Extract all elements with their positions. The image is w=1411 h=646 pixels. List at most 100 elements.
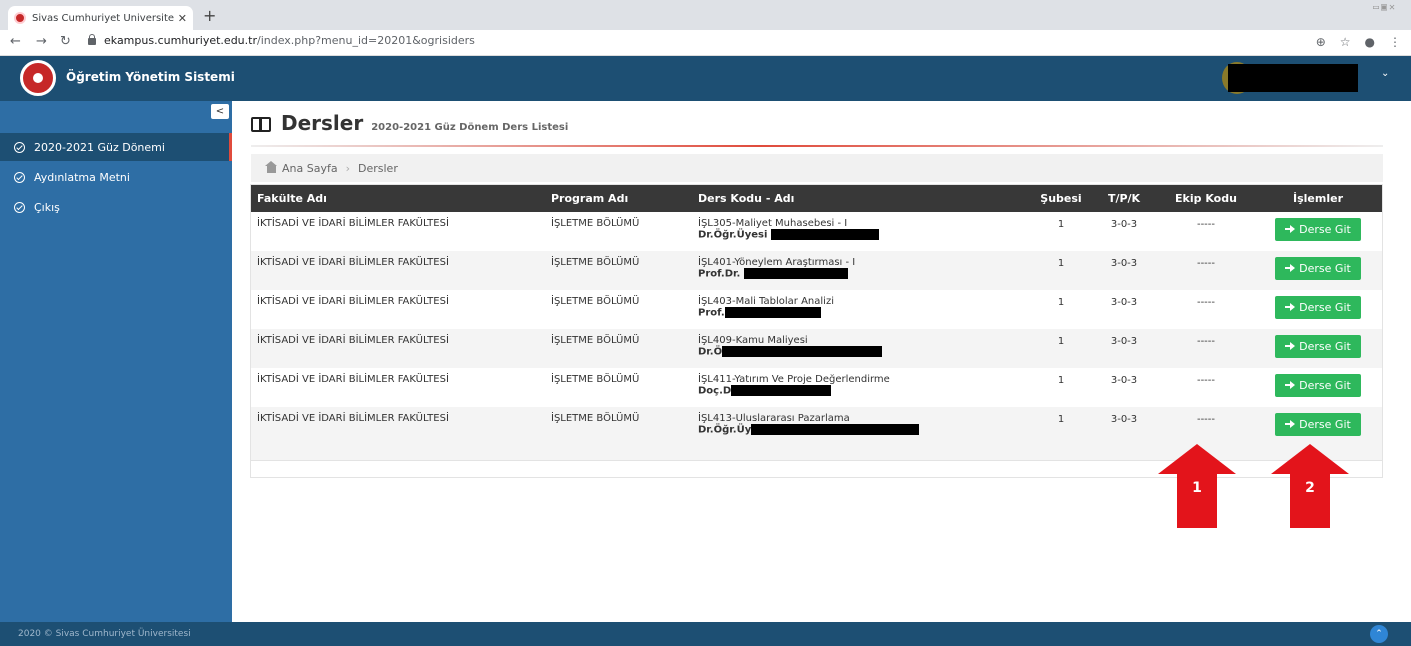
sidebar-item-privacy-notice[interactable]: Aydınlatma Metni: [0, 163, 232, 191]
arrow-right-icon: [1285, 342, 1296, 350]
cell-course: İŞL403-Mali Tablolar Analizi Prof.: [692, 290, 1032, 329]
button-label: Derse Git: [1299, 418, 1351, 431]
check-circle-icon: [14, 141, 25, 153]
courses-table-container: Fakülte Adı Program Adı Ders Kodu - Adı …: [250, 184, 1383, 478]
table-row: İKTİSADİ VE İDARİ BİLİMLER FAKÜLTESİ İŞL…: [251, 212, 1382, 251]
favicon-icon: [14, 12, 26, 24]
menu-icon[interactable]: ⋮: [1389, 35, 1401, 49]
cell-tpk: 3-0-3: [1110, 219, 1138, 230]
cell-section: 1: [1057, 297, 1065, 308]
course-name: İŞL411-Yatırım Ve Proje Değerlendirme: [698, 374, 890, 385]
page-title: Dersler: [281, 111, 364, 135]
page-heading: Dersler 2020-2021 Güz Dönem Ders Listesi: [251, 111, 568, 135]
cell-faculty: İKTİSADİ VE İDARİ BİLİMLER FAKÜLTESİ: [257, 218, 449, 229]
lock-icon: [88, 34, 96, 45]
course-name: İŞL401-Yöneylem Araştırması - I: [698, 257, 856, 268]
check-circle-icon: [14, 171, 25, 183]
button-label: Derse Git: [1299, 301, 1351, 314]
breadcrumb: Ana Sayfa › Dersler: [251, 154, 1383, 182]
cell-faculty: İKTİSADİ VE İDARİ BİLİMLER FAKÜLTESİ: [257, 374, 449, 385]
course-name: İŞL413-Uluslararası Pazarlama: [698, 413, 850, 424]
sidebar-item-label: Çıkış: [34, 200, 60, 214]
breadcrumb-current: Dersler: [358, 161, 398, 175]
main-content: Dersler 2020-2021 Güz Dönem Ders Listesi…: [233, 101, 1411, 622]
table-row: İKTİSADİ VE İDARİ BİLİMLER FAKÜLTESİ İŞL…: [251, 407, 1382, 446]
zoom-icon[interactable]: ⊕: [1316, 35, 1326, 49]
user-name-redacted[interactable]: [1228, 64, 1358, 92]
go-to-course-button[interactable]: Derse Git: [1275, 296, 1361, 319]
redacted-name: [743, 268, 848, 279]
button-label: Derse Git: [1299, 262, 1351, 275]
new-tab-icon[interactable]: +: [203, 6, 216, 25]
cell-faculty: İKTİSADİ VE İDARİ BİLİMLER FAKÜLTESİ: [257, 413, 449, 424]
cell-team-code: -----: [1196, 297, 1216, 308]
go-to-course-button[interactable]: Derse Git: [1275, 335, 1361, 358]
sidebar: < 2020-2021 Güz Dönemi Aydınlatma Metni …: [0, 101, 232, 622]
table-header-row: Fakülte Adı Program Adı Ders Kodu - Adı …: [251, 185, 1382, 212]
cell-course: İŞL305-Maliyet Muhasebesi - I Dr.Öğr.Üyes…: [692, 212, 1032, 251]
cell-program: İŞLETME BÖLÜMÜ: [551, 257, 640, 268]
cell-tpk: 3-0-3: [1110, 375, 1138, 386]
cell-actions: Derse Git: [1254, 251, 1382, 290]
check-circle-icon: [14, 201, 25, 213]
cell-team-code: -----: [1196, 336, 1216, 347]
course-teacher: Prof.: [698, 307, 725, 319]
cell-section: 1: [1057, 219, 1065, 230]
scroll-top-icon[interactable]: ⌃: [1370, 625, 1388, 643]
course-teacher: Dr.Öğr.Üy: [698, 424, 752, 436]
cell-course: İŞL411-Yatırım Ve Proje Değerlendirme Doç…: [692, 368, 1032, 407]
callout-number: 1: [1177, 474, 1217, 528]
browser-tab[interactable]: Sivas Cumhuriyet Üniversitesi | Onli ✕: [8, 6, 193, 30]
course-name: İŞL403-Mali Tablolar Analizi: [698, 296, 834, 307]
col-header-actions: İşlemler: [1293, 192, 1343, 205]
sidebar-collapse-button[interactable]: <: [211, 104, 229, 119]
breadcrumb-home[interactable]: Ana Sayfa: [282, 162, 338, 175]
cell-course: İŞL413-Uluslararası Pazarlama Dr.Öğr.Üy: [692, 407, 1032, 446]
redacted-name: [751, 424, 920, 435]
cell-program: İŞLETME BÖLÜMÜ: [551, 374, 640, 385]
sidebar-item-term[interactable]: 2020-2021 Güz Dönemi: [0, 133, 232, 161]
col-header-course: Ders Kodu - Adı: [698, 192, 795, 205]
redacted-name: [724, 307, 821, 318]
university-logo: [20, 60, 56, 96]
redacted-name: [722, 346, 883, 357]
cell-faculty: İKTİSADİ VE İDARİ BİLİMLER FAKÜLTESİ: [257, 257, 449, 268]
tab-close-icon[interactable]: ✕: [178, 12, 187, 25]
col-header-program: Program Adı: [551, 192, 629, 205]
home-icon: [265, 160, 277, 173]
arrow-right-icon: [1285, 420, 1296, 428]
back-icon[interactable]: ←: [10, 34, 21, 49]
col-header-team: Ekip Kodu: [1175, 192, 1237, 205]
cell-program: İŞLETME BÖLÜMÜ: [551, 335, 640, 346]
table-row: İKTİSADİ VE İDARİ BİLİMLER FAKÜLTESİ İŞL…: [251, 290, 1382, 329]
cell-actions: Derse Git: [1254, 329, 1382, 368]
cell-team-code: -----: [1196, 219, 1216, 230]
address-bar[interactable]: ekampus.cumhuriyet.edu.tr/index.php?menu…: [88, 34, 475, 47]
cell-program: İŞLETME BÖLÜMÜ: [551, 413, 640, 424]
courses-table: Fakülte Adı Program Adı Ders Kodu - Adı …: [251, 185, 1382, 446]
go-to-course-button[interactable]: Derse Git: [1275, 413, 1361, 436]
bookmark-star-icon[interactable]: ☆: [1340, 35, 1351, 49]
forward-icon[interactable]: →: [36, 34, 47, 49]
callout-number: 2: [1290, 474, 1330, 528]
sidebar-item-logout[interactable]: Çıkış: [0, 193, 232, 221]
button-label: Derse Git: [1299, 223, 1351, 236]
go-to-course-button[interactable]: Derse Git: [1275, 374, 1361, 397]
cell-tpk: 3-0-3: [1110, 258, 1138, 269]
url-host: ekampus.cumhuriyet.edu.tr: [104, 34, 257, 47]
breadcrumb-separator: ›: [345, 161, 350, 175]
cell-tpk: 3-0-3: [1110, 414, 1138, 425]
cell-tpk: 3-0-3: [1110, 297, 1138, 308]
reload-icon[interactable]: ↻: [60, 34, 71, 49]
window-controls[interactable]: ▭▣✕: [1373, 2, 1397, 13]
profile-icon[interactable]: ●: [1365, 35, 1375, 49]
go-to-course-button[interactable]: Derse Git: [1275, 257, 1361, 280]
table-row: İKTİSADİ VE İDARİ BİLİMLER FAKÜLTESİ İŞL…: [251, 251, 1382, 290]
course-teacher: Doç.D: [698, 385, 732, 397]
arrow-right-icon: [1285, 225, 1296, 233]
go-to-course-button[interactable]: Derse Git: [1275, 218, 1361, 241]
callout-arrow-1: 1: [1158, 444, 1236, 528]
chevron-down-icon[interactable]: ⌄: [1381, 68, 1389, 79]
redacted-name: [731, 385, 832, 396]
footer: 2020 © Sivas Cumhuriyet Üniversitesi ⌃: [0, 622, 1411, 646]
